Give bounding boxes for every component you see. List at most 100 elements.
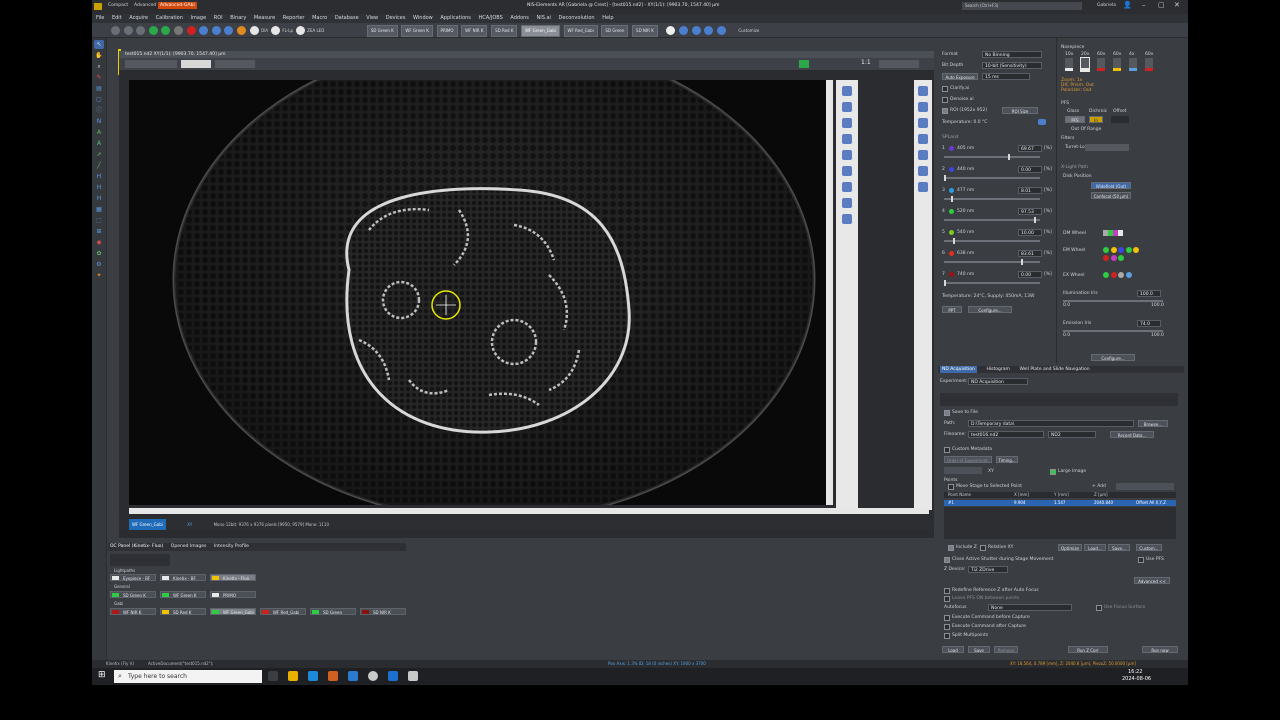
maximize-icon[interactable]: ▢ — [1158, 1, 1165, 9]
menu-acquire[interactable]: Acquire — [129, 14, 148, 23]
oc-wf-green-k[interactable]: WF Green K — [160, 591, 206, 598]
annotation-tool-icon[interactable]: A — [94, 128, 104, 137]
timing-button[interactable]: Timing... — [996, 456, 1018, 463]
oc-primo[interactable]: PRIMO — [210, 591, 256, 598]
tab-opened-images[interactable]: Opened Images — [171, 543, 207, 551]
lut-dropdown[interactable] — [181, 60, 211, 68]
histogram-icon[interactable] — [691, 26, 701, 35]
laser-slider-thumb[interactable] — [944, 175, 946, 181]
offset-all-button[interactable]: Offset All X,Y,Z — [1136, 500, 1166, 506]
menu-view[interactable]: View — [366, 14, 378, 23]
preset-wf-nir-k[interactable]: WF NIR K — [461, 25, 488, 37]
shape-icon[interactable] — [842, 150, 852, 160]
laser-slider-thumb[interactable] — [953, 238, 955, 244]
laser-wavelength[interactable]: 540 nm — [957, 230, 974, 235]
tab-intensity-profile[interactable]: Intensity Profile — [214, 543, 249, 551]
arrow-tool-icon[interactable]: ➚ — [94, 150, 104, 159]
oc-kinetix-fluo[interactable]: Kinetix - Fluo — [210, 574, 256, 581]
exec-after-checkbox[interactable] — [944, 624, 950, 630]
preset-wf-red-gabi[interactable]: WF Red_Gabi — [563, 25, 598, 37]
dm-wheel-swatches[interactable] — [1103, 230, 1127, 237]
scale-tool-icon[interactable]: ⊞ — [94, 227, 104, 236]
redefine-z-checkbox[interactable] — [944, 588, 950, 594]
laser-slider-thumb[interactable] — [951, 196, 953, 202]
windows-start-icon[interactable]: ⊞ — [98, 670, 106, 680]
laser-wavelength[interactable]: 740 nm — [957, 272, 974, 277]
laser-power-value[interactable]: 0.00 — [1018, 271, 1042, 278]
pfs-toggle[interactable]: PFS — [1065, 116, 1085, 123]
crop-tool-icon[interactable]: ⬚ — [94, 216, 104, 225]
oc-kinetix-bf[interactable]: Kinetix - BF — [160, 574, 206, 581]
relative-xy-checkbox[interactable] — [980, 545, 986, 551]
user-icon[interactable]: 👤 — [1123, 1, 1132, 9]
menu-binary[interactable]: Binary — [230, 14, 246, 23]
oc-sd-nir-k[interactable]: SD NIR K — [360, 608, 406, 615]
clock-date[interactable]: 2024-08-06 — [1122, 676, 1151, 682]
nd-timeline[interactable] — [940, 393, 1178, 406]
pfs-in-button[interactable]: In — [1089, 116, 1103, 123]
laser-power-value[interactable]: 0.00 — [1018, 166, 1042, 173]
xy-label[interactable]: XY — [187, 519, 192, 530]
em-wheel-swatches[interactable] — [1103, 247, 1163, 263]
include-z-checkbox[interactable] — [948, 545, 954, 551]
format-select[interactable]: No Binning — [982, 51, 1042, 58]
menu-macro[interactable]: Macro — [312, 14, 327, 23]
leave-pfs-checkbox[interactable] — [944, 596, 950, 602]
laser-power-slider[interactable] — [944, 240, 1040, 242]
objective-icon[interactable] — [1129, 58, 1137, 71]
objective-icon[interactable] — [1080, 57, 1090, 72]
view-mode-icons[interactable] — [125, 60, 177, 68]
laser-configure-button[interactable]: Configure... — [968, 306, 1012, 313]
objective-icon[interactable] — [1145, 58, 1153, 71]
vertical-scrollbar[interactable] — [826, 80, 833, 505]
laser-power-value[interactable]: 97.53 — [1018, 208, 1042, 215]
zoom-controls[interactable] — [879, 60, 919, 68]
hist-tool-icon[interactable]: H — [94, 172, 104, 181]
preset-sd-red-k[interactable]: SD Red K — [491, 25, 518, 37]
screen-icon[interactable] — [918, 182, 928, 192]
crop-icon[interactable] — [842, 118, 852, 128]
autofocus-icon[interactable] — [211, 26, 221, 35]
clarify-checkbox[interactable] — [942, 86, 948, 92]
laser-wavelength[interactable]: 440 nm — [957, 167, 974, 172]
dia-label[interactable]: DIA — [261, 28, 268, 33]
laser-power-slider[interactable] — [944, 219, 1040, 221]
search-input[interactable]: Search (Ctrl+F3) — [962, 2, 1082, 10]
pfs-offset-field[interactable] — [1111, 116, 1129, 123]
nd-load-button[interactable]: Load — [942, 646, 964, 653]
menu-window[interactable]: Window — [413, 14, 433, 23]
magic-tool-icon[interactable]: ✦ — [94, 271, 104, 280]
hist2-tool-icon[interactable]: H — [94, 183, 104, 192]
fill-tool-icon[interactable]: ◉ — [94, 238, 104, 247]
laser-power-slider[interactable] — [944, 177, 1040, 179]
preset-sd-green-k[interactable]: SD Green K — [366, 25, 398, 37]
point-tools[interactable] — [1116, 483, 1174, 490]
objective-icon[interactable] — [1065, 58, 1073, 71]
grid-view-icon[interactable] — [842, 182, 852, 192]
oc-sd-green-k[interactable]: SD Green K — [110, 591, 156, 598]
custom-button[interactable]: Custom... — [1136, 544, 1162, 551]
advanced-button[interactable]: Advanced << — [1134, 577, 1170, 584]
layout-tab-compact[interactable]: Compact — [108, 3, 128, 8]
confocal-button[interactable]: Confocal (50 µm) — [1091, 192, 1131, 199]
oc-sd-green[interactable]: SD Green — [310, 608, 356, 615]
laser-power-slider[interactable] — [944, 282, 1040, 284]
settings-side-icon[interactable] — [918, 166, 928, 176]
scalebar-icon[interactable] — [842, 214, 852, 224]
fl-label[interactable]: FL-Lp — [282, 28, 293, 33]
app-icon-d[interactable] — [408, 671, 418, 681]
menu-hca-jobs[interactable]: HCA/JOBS — [479, 14, 503, 23]
menu-devices[interactable]: Devices — [386, 14, 406, 23]
laser-power-value[interactable]: 8.01 — [1018, 187, 1042, 194]
menu-help[interactable]: Help — [602, 14, 613, 23]
points-load-button[interactable]: Load... — [1084, 544, 1106, 551]
roi-icon[interactable] — [842, 134, 852, 144]
taskbar-search[interactable]: ⌕ Type here to search — [114, 670, 262, 683]
roi-tool-icon[interactable]: ▢ — [94, 95, 104, 104]
laser-wavelength[interactable]: 405 nm — [957, 146, 974, 151]
format-select[interactable]: ND2 — [1048, 431, 1096, 438]
menu-nis-ai[interactable]: NIS.ai — [537, 14, 551, 23]
add-point-button[interactable]: + Add — [1092, 484, 1106, 489]
autofocus-select[interactable]: None — [988, 604, 1072, 611]
info-tool-icon[interactable]: ⓘ — [94, 106, 104, 115]
